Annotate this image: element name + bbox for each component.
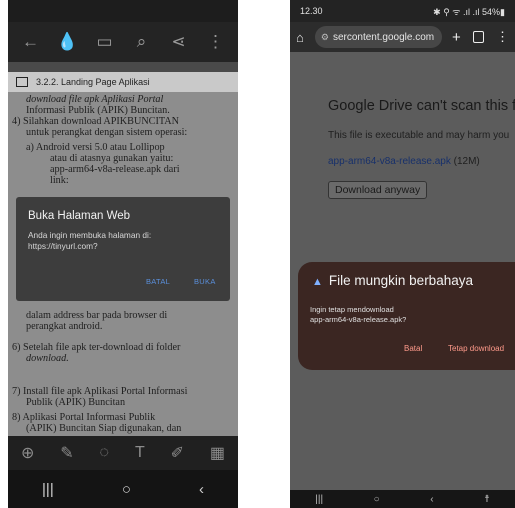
- section-title: 3.2.2. Landing Page Aplikasi: [36, 77, 150, 87]
- comment-icon[interactable]: ▭: [93, 32, 117, 52]
- open-button[interactable]: BUKA: [194, 277, 216, 286]
- back-icon[interactable]: ‹: [430, 494, 433, 505]
- home-icon[interactable]: ⌂: [296, 30, 311, 45]
- browser-screen: 12.30 ✱ ⚲ ᯤ .ıl .ıl 54%▮ ⌂ ⚙ sercontent.…: [290, 0, 515, 508]
- drive-warning-page: Google Drive can't scan this file f This…: [290, 52, 515, 490]
- system-nav-bar: ||| ○ ‹ ☨: [290, 490, 515, 508]
- tab-switcher-icon[interactable]: [472, 31, 484, 43]
- doc-line: a) Android versi 5.0 atau Lollipop: [26, 142, 165, 153]
- doc-line: Publik (APIK) Buncitan: [26, 397, 126, 408]
- download-anyway-button[interactable]: Download anyway: [328, 181, 428, 199]
- doc-line: 6) Setelah file apk ter-download di fold…: [12, 342, 181, 353]
- url-text: sercontent.google.com: [332, 31, 435, 43]
- recent-apps-icon[interactable]: |||: [315, 494, 323, 505]
- home-icon[interactable]: ○: [122, 481, 131, 498]
- keep-download-button[interactable]: Tetap download: [448, 344, 504, 353]
- recent-apps-icon[interactable]: |||: [42, 481, 54, 498]
- doc-line: link:: [50, 175, 69, 186]
- cancel-button[interactable]: BATAL: [146, 277, 170, 286]
- doc-line: Informasi Publik (APIK) Buncitan.: [26, 105, 170, 116]
- section-header[interactable]: 3.2.2. Landing Page Aplikasi: [8, 72, 238, 92]
- doc-line: dalam address bar pada browser di: [26, 310, 168, 321]
- status-bar: [8, 0, 238, 22]
- status-bar: 12.30 ✱ ⚲ ᯤ .ıl .ıl 54%▮: [290, 0, 515, 22]
- dialog-message: Ingin tetap mendownload app-arm64-v8a-re…: [310, 305, 406, 325]
- warning-icon: ▲: [312, 276, 323, 288]
- dialog-message-line: app-arm64-v8a-release.apk?: [310, 315, 407, 324]
- cancel-button[interactable]: Batal: [404, 344, 422, 353]
- annotation-toolbar: ⊕ ✎ ◌ T ✐ ▦: [8, 436, 238, 470]
- url-field[interactable]: ⚙ sercontent.google.com: [314, 26, 442, 48]
- dialog-message-line: Ingin tetap mendownload: [310, 305, 394, 314]
- page-heading: Google Drive can't scan this file f: [328, 98, 515, 114]
- search-icon[interactable]: ⌕: [130, 32, 154, 52]
- doc-line: download.: [26, 353, 69, 364]
- site-settings-icon[interactable]: ⚙: [321, 32, 329, 43]
- back-icon[interactable]: ‹: [199, 481, 204, 498]
- more-options-icon[interactable]: ⋮: [496, 29, 509, 45]
- back-arrow-icon[interactable]: ←: [19, 32, 43, 52]
- grid-icon[interactable]: ▦: [210, 443, 225, 463]
- page-subtext: This file is executable and may harm you: [328, 130, 510, 141]
- file-size: (12M): [453, 156, 480, 167]
- pen-icon[interactable]: ✎: [60, 443, 73, 463]
- doc-line: (APIK) Buncitan Siap digunakan, dan: [26, 423, 182, 434]
- lasso-icon[interactable]: ◌: [100, 444, 110, 462]
- add-comment-icon[interactable]: ⊕: [21, 443, 34, 463]
- file-name-link[interactable]: app-arm64-v8a-release.apk: [328, 156, 451, 167]
- ink-drop-icon[interactable]: 💧: [56, 32, 80, 52]
- open-webpage-dialog: Buka Halaman Web Anda ingin membuka hala…: [16, 197, 230, 301]
- file-info: app-arm64-v8a-release.apk (12M): [328, 156, 480, 167]
- more-options-icon[interactable]: ⋮: [204, 32, 228, 52]
- highlighter-icon[interactable]: ✐: [171, 443, 184, 463]
- doc-line: untuk perangkat dengan sistem operasi:: [26, 127, 188, 138]
- system-nav-bar: ||| ○ ‹: [8, 470, 238, 508]
- dialog-title-row: ▲ File mungkin berbahaya: [312, 273, 473, 288]
- doc-line: download file apk Aplikasi Portal: [26, 94, 164, 105]
- doc-line: perangkat android.: [26, 321, 103, 332]
- new-tab-icon[interactable]: +: [452, 29, 461, 46]
- dangerous-file-dialog: ▲ File mungkin berbahaya Ingin tetap mend…: [298, 262, 515, 370]
- accessibility-icon[interactable]: ☨: [484, 494, 489, 505]
- doc-line: app-arm64-v8a-release.apk dari: [50, 164, 180, 175]
- dialog-title: Buka Halaman Web: [28, 210, 131, 222]
- dialog-message: Anda ingin membuka halaman di: https://t…: [28, 230, 152, 251]
- document-icon: [16, 77, 28, 87]
- pdf-toolbar: ← 💧 ▭ ⌕ ⋖ ⋮: [8, 22, 238, 62]
- doc-line: atau di atasnya gunakan yaitu:: [50, 153, 174, 164]
- status-indicators: ✱ ⚲ ᯤ .ıl .ıl 54%▮: [433, 6, 505, 17]
- doc-line: 7) Install file apk Aplikasi Portal Info…: [12, 386, 188, 397]
- home-icon[interactable]: ○: [374, 494, 380, 505]
- dialog-title: File mungkin berbahaya: [328, 273, 473, 288]
- address-bar: ⌂ ⚙ sercontent.google.com + ⋮: [290, 22, 515, 52]
- doc-line: 4) Silahkan download APIKBUNCITAN: [12, 116, 179, 127]
- toolbar-gap: [8, 62, 238, 72]
- pdf-viewer-screen: ← 💧 ▭ ⌕ ⋖ ⋮ 3.2.2. Landing Page Aplikasi…: [8, 0, 238, 508]
- share-icon[interactable]: ⋖: [167, 32, 191, 52]
- text-icon[interactable]: T: [135, 444, 145, 462]
- doc-line: 8) Aplikasi Portal Informasi Publik: [12, 412, 156, 423]
- status-time: 12.30: [300, 6, 323, 16]
